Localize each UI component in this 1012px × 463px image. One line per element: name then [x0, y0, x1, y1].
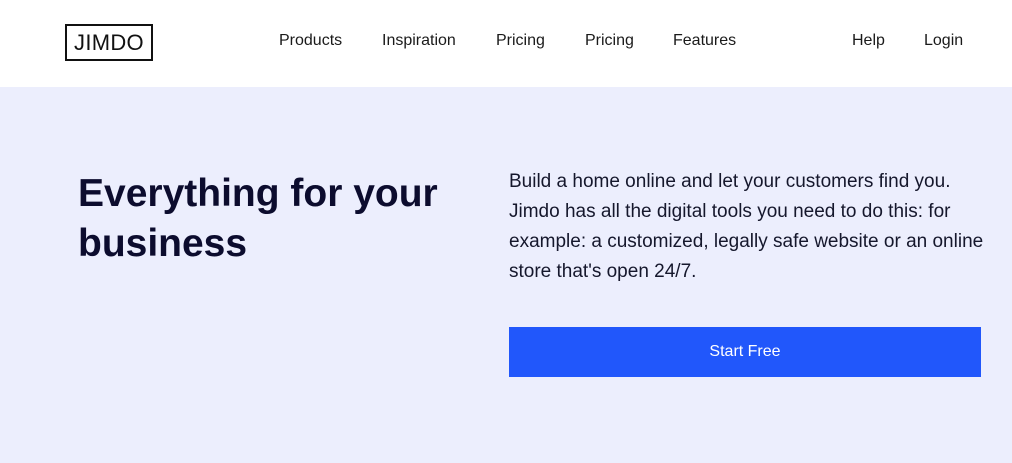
- hero-headline: Everything for your business: [78, 172, 438, 265]
- site-header: JIMDO Products Inspiration Pricing Prici…: [0, 0, 1012, 87]
- hero-section: Everything for your business Build a hom…: [0, 87, 1012, 463]
- nav-inspiration[interactable]: Inspiration: [382, 30, 456, 52]
- nav-login[interactable]: Login: [924, 30, 963, 52]
- hero-description: Build a home online and let your custome…: [509, 171, 984, 282]
- nav-help[interactable]: Help: [852, 30, 885, 52]
- nav-features[interactable]: Features: [673, 30, 736, 52]
- nav-pricing[interactable]: Pricing: [496, 30, 545, 52]
- main-nav: Products Inspiration Pricing Pricing Fea…: [0, 30, 1012, 52]
- nav-products[interactable]: Products: [279, 30, 342, 52]
- start-free-button[interactable]: Start Free: [509, 327, 981, 377]
- nav-pricing-secondary[interactable]: Pricing: [585, 30, 634, 52]
